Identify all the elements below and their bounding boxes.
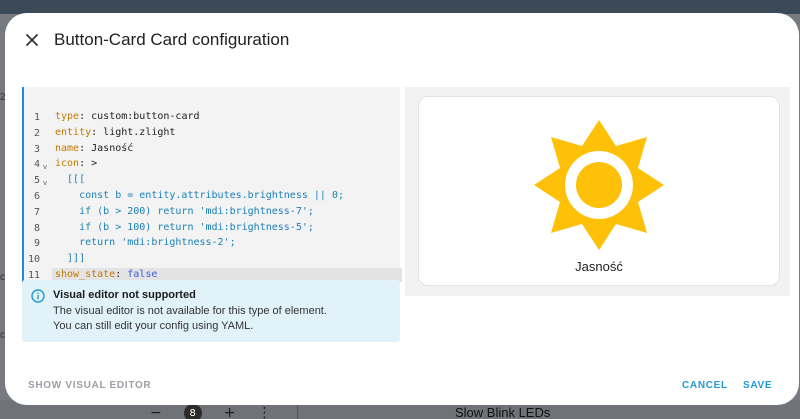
show-visual-editor-button[interactable]: SHOW VISUAL EDITOR: [28, 380, 151, 391]
app-header-strip: [0, 0, 800, 14]
plus-icon[interactable]: +: [224, 405, 236, 419]
code-line[interactable]: const b = entity.attributes.brightness |…: [55, 189, 400, 203]
background-controls: − 8 + ⋮: [150, 404, 271, 419]
line-number: 4: [33, 159, 40, 171]
yaml-value: >: [91, 158, 98, 170]
yaml-value: const b = entity.attributes.brightness |…: [55, 190, 344, 201]
line-number: 7: [33, 206, 40, 218]
yaml-key: name: [55, 142, 80, 154]
count-badge: 8: [183, 404, 202, 419]
background-card-label: Slow Blink LEDs: [455, 405, 551, 419]
card-config-dialog: Button-Card Card configuration 1234v5v67…: [5, 13, 799, 405]
minus-icon[interactable]: −: [150, 405, 162, 419]
info-icon: [31, 289, 45, 303]
yaml-value: [[[: [55, 174, 86, 186]
cancel-button[interactable]: CANCEL: [682, 380, 728, 391]
line-number: 8: [33, 222, 40, 234]
code-line[interactable]: if (b > 200) return 'mdi:brightness-7';: [55, 205, 400, 219]
code-line[interactable]: ]]]: [55, 252, 400, 266]
card-preview-area: Jasność: [405, 87, 790, 296]
line-number: 2: [33, 127, 40, 139]
alert-text-line: You can still edit your config using YAM…: [53, 320, 254, 332]
line-number: 6: [33, 191, 40, 202]
background-divider: [297, 404, 298, 419]
code-line[interactable]: name: Jasność: [55, 142, 400, 156]
yaml-separator: :: [79, 142, 92, 154]
yaml-value: Jasność: [91, 142, 134, 154]
more-menu-icon[interactable]: ⋮: [257, 405, 271, 419]
code-line[interactable]: return 'mdi:brightness-2';: [55, 236, 400, 250]
yaml-value: return 'mdi:brightness-2';: [55, 237, 236, 249]
button-card-preview[interactable]: Jasność: [418, 96, 780, 286]
card-name-label: Jasność: [575, 259, 623, 274]
yaml-key: icon: [55, 158, 80, 170]
yaml-key: entity: [55, 126, 92, 138]
yaml-separator: :: [115, 269, 128, 280]
close-icon: [26, 34, 38, 46]
yaml-key: show_state: [55, 269, 116, 280]
line-number: 5: [33, 175, 40, 187]
code-line[interactable]: if (b > 100) return 'mdi:brightness-5';: [55, 221, 400, 235]
line-number: 1: [33, 112, 40, 123]
line-number-gutter: 1 2 3 4 v 5 v 6 7 8 9 10 11: [24, 87, 50, 283]
line-number: 3: [33, 143, 40, 155]
yaml-value: if (b > 200) return 'mdi:brightness-7';: [55, 205, 314, 217]
yaml-separator: :: [79, 111, 92, 122]
dialog-title: Button-Card Card configuration: [54, 30, 290, 49]
code-line[interactable]: type: custom:button-card: [55, 110, 400, 124]
yaml-value: light.zlight: [103, 126, 176, 138]
fold-toggle-icon[interactable]: v: [43, 162, 47, 173]
code-line[interactable]: [[[: [55, 173, 400, 187]
close-button[interactable]: [20, 28, 44, 52]
save-button[interactable]: SAVE: [743, 380, 772, 391]
yaml-value: ]]]: [55, 253, 86, 265]
alert-title: Visual editor not supported: [53, 289, 196, 301]
brightness-7-icon: [534, 120, 664, 250]
line-number: 9: [33, 238, 40, 250]
yaml-separator: :: [91, 126, 104, 138]
alert-text-line: The visual editor is not available for t…: [53, 305, 327, 317]
visual-editor-alert: Visual editor not supported The visual e…: [22, 280, 400, 342]
fold-toggle-icon[interactable]: v: [43, 178, 47, 189]
code-line[interactable]: entity: light.zlight: [55, 126, 400, 140]
yaml-value: if (b > 100) return 'mdi:brightness-5';: [55, 221, 314, 233]
line-number: 10: [27, 254, 40, 266]
yaml-value: false: [127, 269, 158, 280]
yaml-value: custom:button-card: [91, 111, 200, 122]
yaml-separator: :: [79, 158, 92, 170]
yaml-key: type: [55, 111, 80, 122]
code-line[interactable]: icon: >: [55, 157, 400, 171]
yaml-code-editor[interactable]: 1 2 3 4 v 5 v 6 7 8 9 10 11 type: custom:button-card…: [22, 87, 402, 283]
